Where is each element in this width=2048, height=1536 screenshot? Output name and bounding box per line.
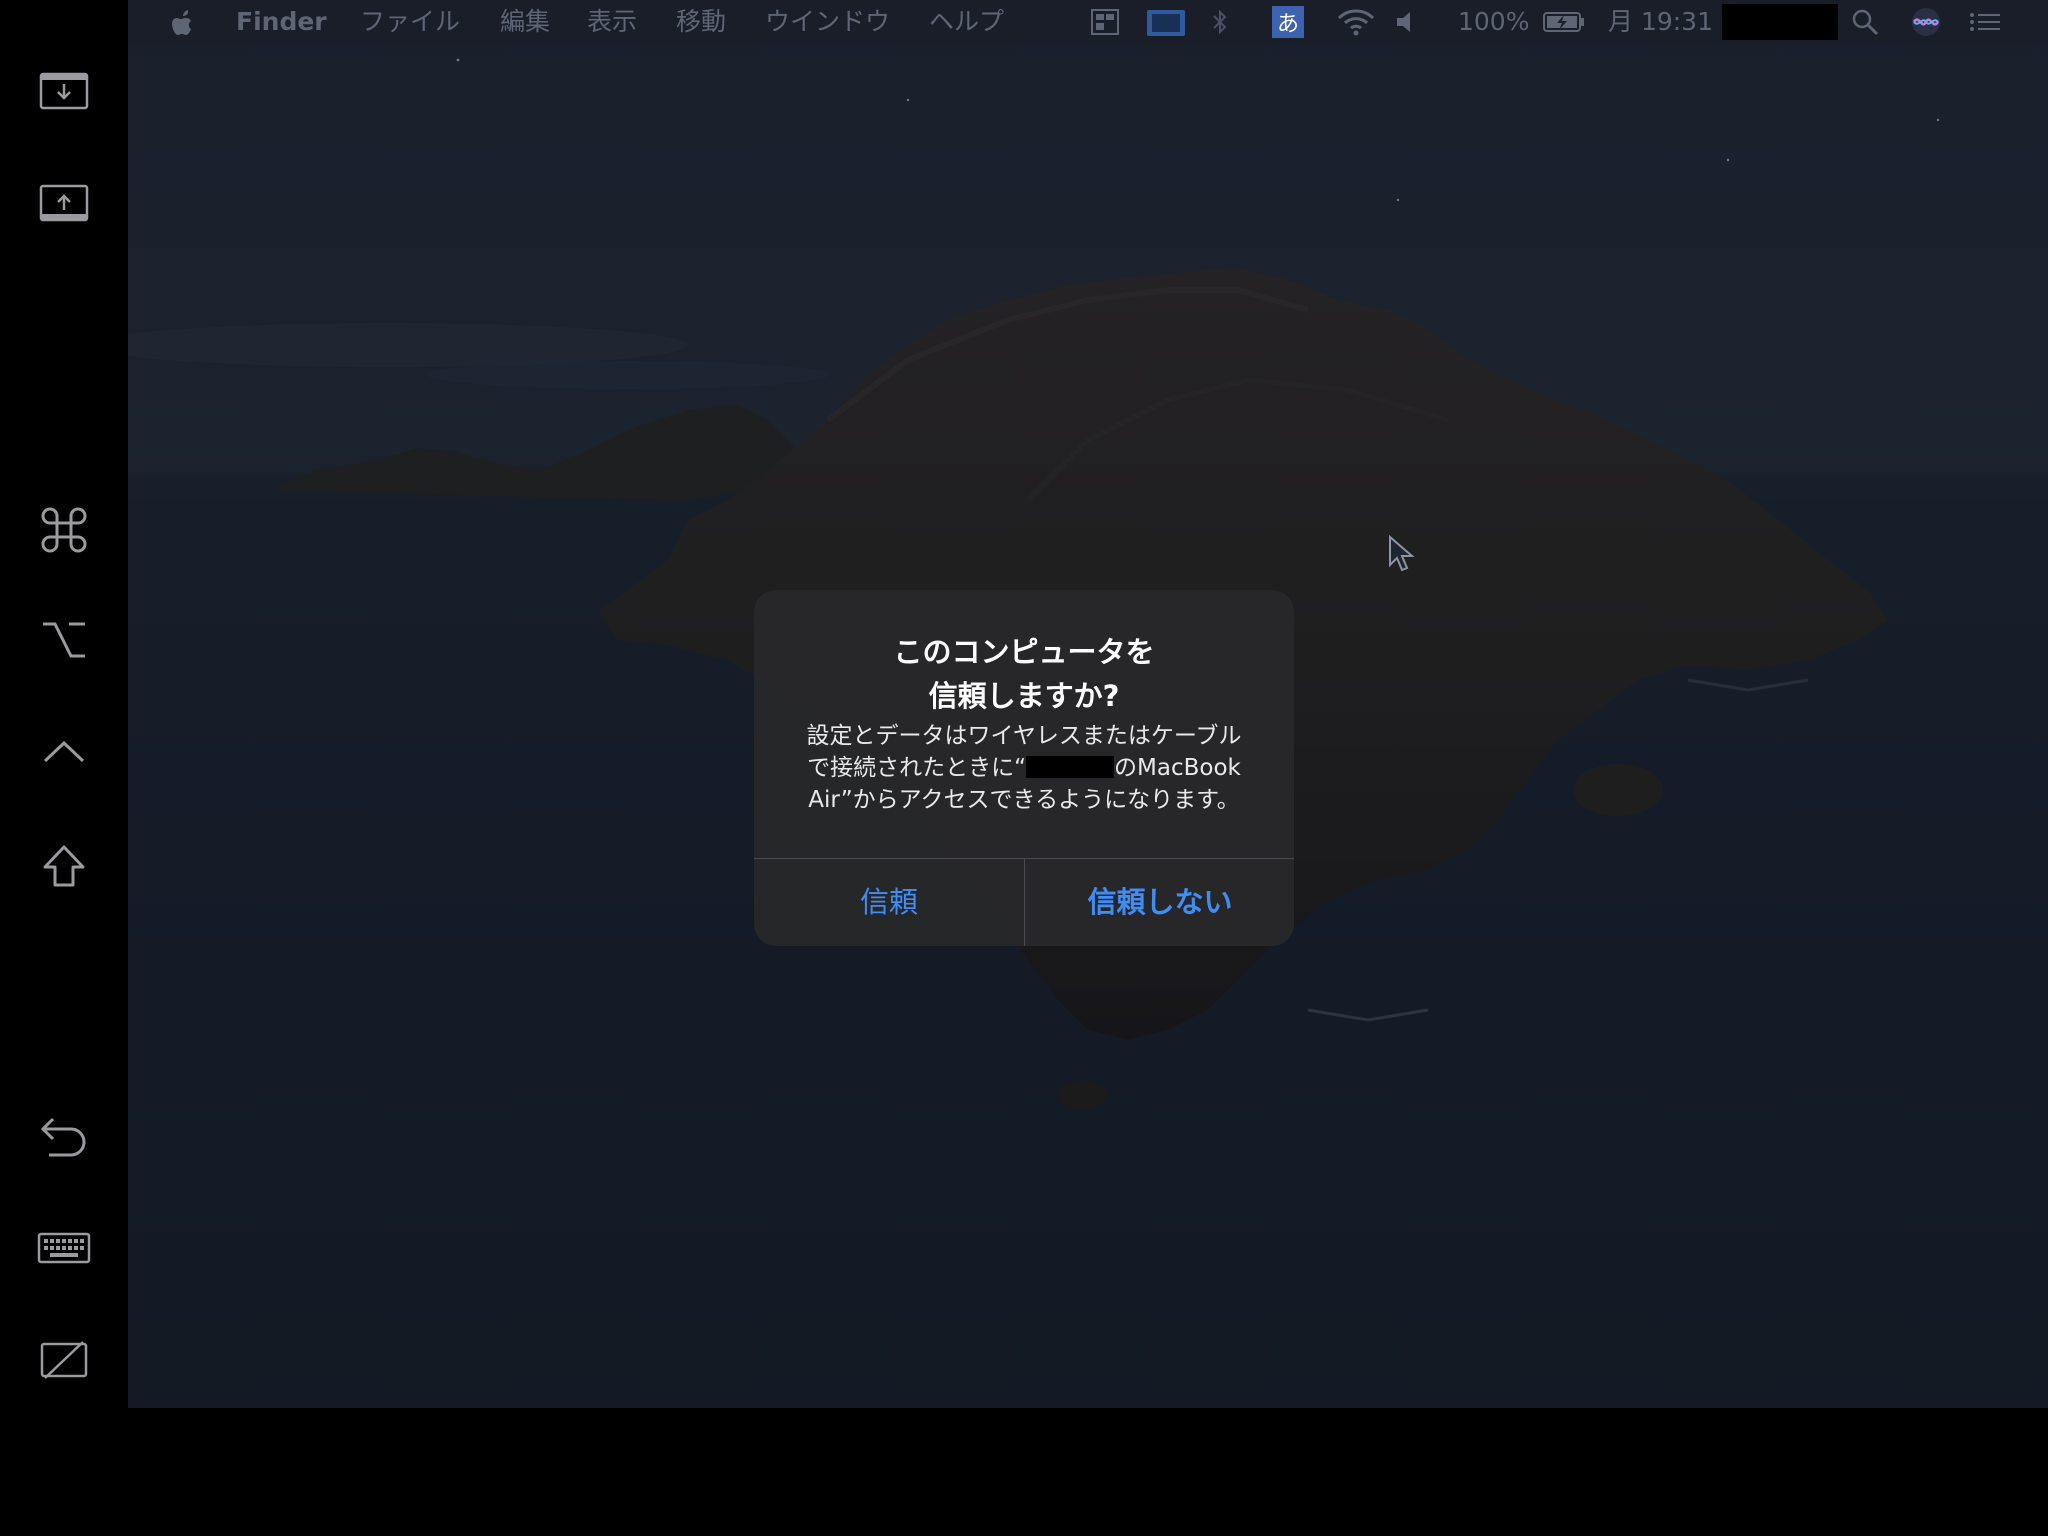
shift-key-button[interactable] [24,826,104,906]
remote-control-sidebar [0,0,128,1536]
input-method-icon[interactable]: あ [1272,6,1304,38]
menu-file[interactable]: ファイル [360,0,460,44]
disconnect-display-icon [40,1341,88,1379]
trust-computer-alert: このコンピュータを 信頼しますか? 設定とデータはワイヤレスまたはケーブル で接… [754,590,1294,946]
bottom-letterbox [128,1408,2048,1536]
upload-from-screen-icon [39,184,89,222]
menu-view[interactable]: 表示 [587,0,637,44]
option-key-button[interactable] [24,600,104,680]
option-key-icon [43,622,85,658]
menu-clock[interactable]: 月 19:31 [1608,0,1713,44]
redacted-owner-name [1026,756,1115,778]
apple-menu-icon[interactable] [170,6,196,38]
menu-app-name[interactable]: Finder [236,0,327,44]
bluetooth-icon[interactable] [1210,6,1230,38]
mouse-pointer-icon [1389,535,1415,572]
mission-control-icon[interactable] [1090,6,1120,38]
spotlight-search-icon[interactable] [1850,6,1880,38]
alert-message-line-2: で接続されたときに“ のMacBook [784,752,1264,784]
menu-window[interactable]: ウインドウ [765,0,890,44]
sidecar-display-icon[interactable] [1146,6,1186,38]
alert-message: 設定とデータはワイヤレスまたはケーブル で接続されたときに“ のMacBook A… [784,720,1264,816]
menu-help[interactable]: ヘルプ [929,0,1004,44]
command-key-icon [41,507,87,553]
control-key-icon [43,740,85,763]
menu-bar: Finder ファイル 編集 表示 移動 ウインドウ ヘルプ あ 100% 月 … [128,0,2048,44]
keyboard-button[interactable] [24,1208,104,1288]
undo-icon [40,1117,86,1157]
notification-center-icon[interactable] [1968,6,2002,38]
dont-trust-button[interactable]: 信頼しない [1025,859,1294,946]
menu-go[interactable]: 移動 [676,0,726,44]
disconnect-display-button[interactable] [24,1320,104,1400]
upload-from-screen-button[interactable] [24,164,104,244]
keyboard-icon [37,1232,91,1264]
siri-icon[interactable] [1910,6,1942,38]
control-key-button[interactable] [24,712,104,792]
download-to-screen-icon [39,72,89,110]
wifi-icon[interactable] [1336,6,1376,38]
trust-button[interactable]: 信頼 [754,859,1024,946]
battery-percent[interactable]: 100% [1458,0,1529,44]
download-to-screen-button[interactable] [24,52,104,132]
alert-message-line-2-start: で接続されたときに“ [807,755,1027,781]
command-key-button[interactable] [24,490,104,570]
menu-edit[interactable]: 編集 [500,0,550,44]
volume-icon[interactable] [1394,6,1418,38]
undo-button[interactable] [24,1096,104,1176]
alert-title: このコンピュータを 信頼しますか? [893,635,1155,713]
alert-message-line-2-end: のMacBook [1114,755,1241,781]
alert-message-line-3: Air”からアクセスできるようになります。 [808,787,1240,813]
redacted-user-name [1722,4,1838,40]
shift-key-icon [43,845,85,887]
alert-message-line-1: 設定とデータはワイヤレスまたはケーブル [806,723,1242,749]
battery-charging-icon[interactable] [1542,6,1586,38]
